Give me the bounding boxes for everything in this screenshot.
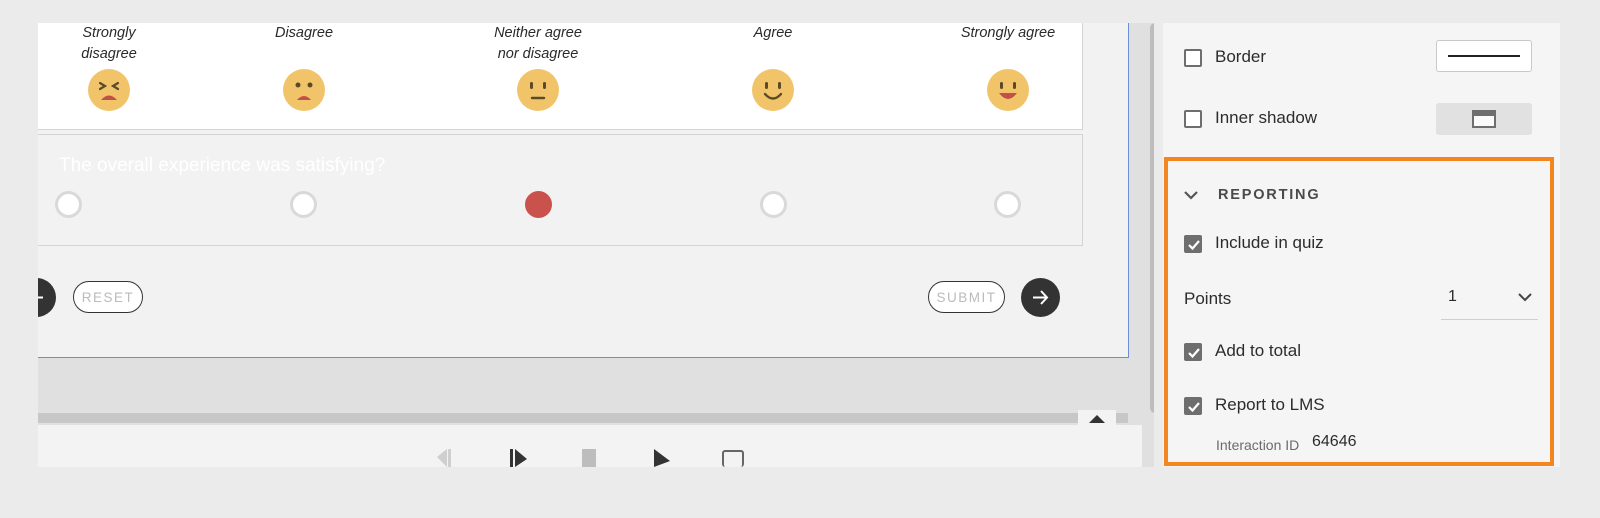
interaction-id-value[interactable]: 64646 <box>1312 433 1357 451</box>
report-to-lms-label: Report to LMS <box>1215 395 1325 414</box>
reset-button[interactable]: RESET <box>73 281 143 313</box>
slide[interactable]: Strongly disagree Disagree Neither agree… <box>38 23 1129 358</box>
inner-shadow-swatch[interactable] <box>1436 103 1532 135</box>
neutral-face-icon <box>517 69 559 111</box>
chevron-down-icon <box>1518 293 1532 302</box>
question-text: The overall experience was satisfying? <box>59 155 386 176</box>
checkmark-icon <box>1188 240 1200 251</box>
scale-label-line: disagree <box>81 46 137 62</box>
inner-shadow-label: Inner shadow <box>1215 108 1318 127</box>
angry-face-icon <box>88 69 130 111</box>
slide-canvas-area: Strongly disagree Disagree Neither agree… <box>38 23 1154 467</box>
scale-label-strongly-disagree: Strongly disagree <box>38 23 189 111</box>
happy-face-icon <box>987 69 1029 111</box>
inner-shadow-checkbox[interactable] <box>1184 110 1202 128</box>
add-to-total-checkbox[interactable] <box>1184 343 1202 361</box>
likert-scale-header: Strongly disagree Disagree Neither agree… <box>38 23 1083 130</box>
border-style-swatch[interactable] <box>1436 40 1532 72</box>
points-value: 1 <box>1448 288 1457 305</box>
scale-label-agree: Agree <box>693 23 853 111</box>
play-icon[interactable] <box>650 447 672 467</box>
playback-bar <box>38 425 1142 467</box>
radio-disagree[interactable] <box>290 191 317 218</box>
add-to-total-label: Add to total <box>1215 341 1302 360</box>
submit-button[interactable]: SUBMIT <box>928 281 1005 313</box>
vertical-scrollbar[interactable] <box>1150 23 1154 413</box>
arrow-left-icon <box>38 296 43 299</box>
likert-question-row: The overall experience was satisfying? <box>38 134 1083 246</box>
scale-label-disagree: Disagree <box>224 23 384 111</box>
radio-strongly-agree[interactable] <box>994 191 1021 218</box>
points-label: Points <box>1184 289 1232 308</box>
previous-button[interactable] <box>38 278 56 317</box>
points-select[interactable]: 1 <box>1441 287 1538 320</box>
radio-neither[interactable] <box>525 191 552 218</box>
scale-label-line: Neither agree <box>494 25 582 41</box>
scale-label-strongly-agree: Strongly agree <box>928 23 1088 111</box>
border-label: Border <box>1215 47 1267 66</box>
horizontal-scrollbar[interactable] <box>38 413 1128 423</box>
include-in-quiz-label: Include in quiz <box>1215 233 1324 252</box>
step-forward-icon[interactable] <box>508 447 530 467</box>
arrow-right-icon <box>1033 290 1049 305</box>
shadow-preview-icon <box>1472 110 1496 128</box>
interaction-id-label: Interaction ID <box>1216 437 1300 453</box>
next-button[interactable] <box>1021 278 1060 317</box>
scale-label-line: Strongly <box>82 25 136 41</box>
stop-icon[interactable] <box>582 449 596 467</box>
radio-strongly-disagree[interactable] <box>55 191 82 218</box>
include-in-quiz-checkbox[interactable] <box>1184 235 1202 253</box>
rewind-icon[interactable] <box>433 447 455 467</box>
border-checkbox[interactable] <box>1184 49 1202 67</box>
checkmark-icon <box>1188 348 1200 359</box>
reporting-title: REPORTING <box>1218 187 1321 203</box>
chevron-down-icon[interactable] <box>1183 189 1199 201</box>
scale-label-line: Disagree <box>274 25 334 41</box>
closed-captions-icon[interactable] <box>722 450 744 467</box>
scale-label-neither: Neither agree nor disagree <box>458 23 618 111</box>
scale-label-line: nor disagree <box>497 46 579 62</box>
checkmark-icon <box>1188 402 1200 413</box>
scale-label-line: Strongly agree <box>960 25 1056 41</box>
sad-face-icon <box>283 69 325 111</box>
smile-face-icon <box>752 69 794 111</box>
scale-label-line: Agree <box>753 25 793 41</box>
report-to-lms-checkbox[interactable] <box>1184 397 1202 415</box>
radio-agree[interactable] <box>760 191 787 218</box>
